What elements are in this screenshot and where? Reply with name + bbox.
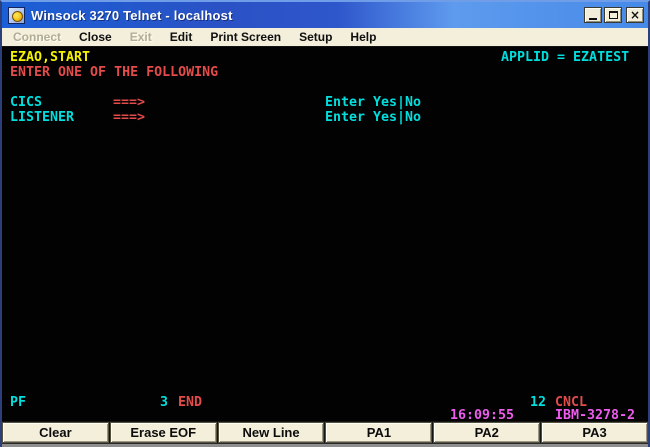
menu-bar: Connect Close Exit Edit Print Screen Set… <box>2 28 648 47</box>
menu-exit: Exit <box>121 29 161 46</box>
title-bar[interactable]: Winsock 3270 Telnet - localhost × <box>2 2 648 28</box>
clear-button[interactable]: Clear <box>2 422 109 443</box>
menu-help[interactable]: Help <box>341 29 385 46</box>
keypad-bar: Clear Erase EOF New Line PA1 PA2 PA3 <box>2 421 648 443</box>
listener-input-arrow[interactable]: ===> <box>113 110 145 125</box>
minimize-button[interactable] <box>584 7 602 23</box>
terminal-instruction-text: ENTER ONE OF THE FOLLOWING <box>10 65 218 80</box>
maximize-button[interactable] <box>604 7 622 23</box>
menu-connect: Connect <box>4 29 70 46</box>
pa2-button[interactable]: PA2 <box>433 422 540 443</box>
cics-input-arrow[interactable]: ===> <box>113 95 145 110</box>
menu-close[interactable]: Close <box>70 29 121 46</box>
cics-field-label: CICS <box>10 95 42 110</box>
terminal-applid-text: APPLID = EZATEST <box>501 50 629 65</box>
new-line-button[interactable]: New Line <box>218 422 325 443</box>
globe-icon <box>8 7 25 24</box>
window-title: Winsock 3270 Telnet - localhost <box>31 8 233 23</box>
close-button[interactable]: × <box>626 7 644 23</box>
pf3-number: 3 <box>160 395 168 410</box>
menu-setup[interactable]: Setup <box>290 29 341 46</box>
terminal-screen[interactable]: EZAO,START APPLID = EZATEST ENTER ONE OF… <box>2 47 648 421</box>
status-terminal-type: IBM-3278-2 <box>555 408 635 423</box>
window-controls: × <box>584 7 644 23</box>
maximize-icon <box>609 11 618 19</box>
pf12-number: 12 <box>530 395 546 410</box>
pa1-button[interactable]: PA1 <box>325 422 432 443</box>
listener-input-hint: Enter Yes|No <box>325 110 421 125</box>
telnet-window: Winsock 3270 Telnet - localhost × Connec… <box>0 0 650 447</box>
cics-input-hint: Enter Yes|No <box>325 95 421 110</box>
window-bottom-border <box>2 443 648 447</box>
close-icon: × <box>630 9 640 21</box>
pf-prefix-text: PF <box>10 395 26 410</box>
pf3-label: END <box>178 395 202 410</box>
listener-field-label: LISTENER <box>10 110 74 125</box>
erase-eof-button[interactable]: Erase EOF <box>110 422 217 443</box>
menu-edit[interactable]: Edit <box>161 29 202 46</box>
minimize-icon <box>589 18 597 20</box>
terminal-command-text: EZAO,START <box>10 50 90 65</box>
status-time: 16:09:55 <box>450 408 514 423</box>
pa3-button[interactable]: PA3 <box>541 422 648 443</box>
menu-print-screen[interactable]: Print Screen <box>201 29 290 46</box>
